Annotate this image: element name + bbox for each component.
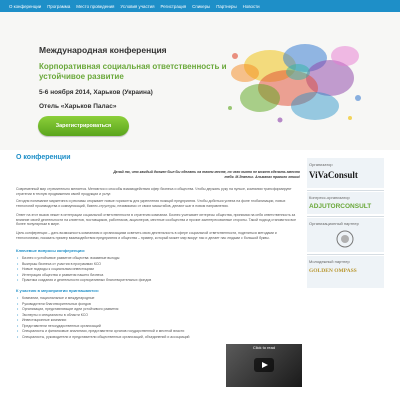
organizer-logo[interactable]: ViVaConsult [309, 170, 358, 180]
media-partner-label: Молодежный партнер [309, 259, 350, 264]
about-paragraph-3: Ответ на этот вызов лежит в интеграции с… [16, 213, 297, 227]
hero-date: 5-6 ноября 2014, Харьков (Украина) [39, 89, 153, 96]
sidebar-divider [307, 190, 384, 191]
watercolor-splash-image [228, 44, 361, 123]
co-organizer-label: Конгресс-организатор [309, 195, 350, 200]
sidebar-divider [307, 216, 384, 217]
about-paragraph-2: Сегодня понимание маркетинга и рекламы о… [16, 199, 286, 208]
list-item: Практика создания и деятельности корпора… [16, 278, 301, 284]
hero-title: Международная конференция [39, 45, 167, 55]
video-thumbnail[interactable]: Click to read [226, 344, 302, 387]
sidebar-divider [307, 254, 384, 255]
nav-item-partners[interactable]: Партнеры [213, 0, 239, 12]
about-quote: Делай то, что каждый должен был бы сдела… [113, 170, 300, 179]
key-questions-list: Бизнес и устойчивое развитие общества: в… [16, 256, 301, 284]
participants-title: К участию в мероприятии приглашаются: [16, 288, 100, 293]
about-paragraph-1: Современный мир стремительно меняется. М… [16, 187, 292, 196]
media-partner-logo[interactable]: GOLDEN OMPASS [309, 268, 357, 274]
nav-item-program[interactable]: Программа [44, 0, 73, 12]
play-icon[interactable] [254, 358, 274, 372]
nav-item-venue[interactable]: Место проведения [73, 0, 117, 12]
nav-items: О конференции Программа Место проведения… [0, 0, 400, 12]
list-item: Специалисты, руководители и представител… [16, 335, 221, 341]
register-button[interactable]: Зарегистрироваться [38, 116, 129, 136]
about-title: О конференции [16, 154, 71, 161]
org-partner-label: Организационный партнер [309, 221, 359, 226]
top-nav-bar: О конференции Программа Место проведения… [0, 0, 400, 12]
nav-item-registration[interactable]: Регистрация [158, 0, 190, 12]
about-paragraph-4: Цель конференции – дать возможность комп… [16, 231, 277, 240]
hero-venue: Отель «Харьков Палас» [39, 103, 117, 110]
organizer-label: Организатор [309, 162, 333, 167]
org-partner-logo[interactable] [325, 229, 365, 249]
nav-item-about[interactable]: О конференции [6, 0, 44, 12]
co-organizer-logo[interactable]: ADJUTORCONSULT [309, 203, 371, 210]
nav-item-speakers[interactable]: Спикеры [189, 0, 213, 12]
hero-subtitle: Корпоративная социальная ответственность… [39, 62, 227, 81]
participants-list: Компании, национальные и международные Р… [16, 296, 221, 340]
video-label: Click to read [252, 345, 276, 350]
hero-banner: Международная конференция Корпоративная … [0, 12, 400, 150]
nav-item-conditions[interactable]: Условия участия [117, 0, 157, 12]
nav-item-news[interactable]: Новости [240, 0, 263, 12]
key-questions-title: Ключевые вопросы конференции: [16, 248, 86, 253]
